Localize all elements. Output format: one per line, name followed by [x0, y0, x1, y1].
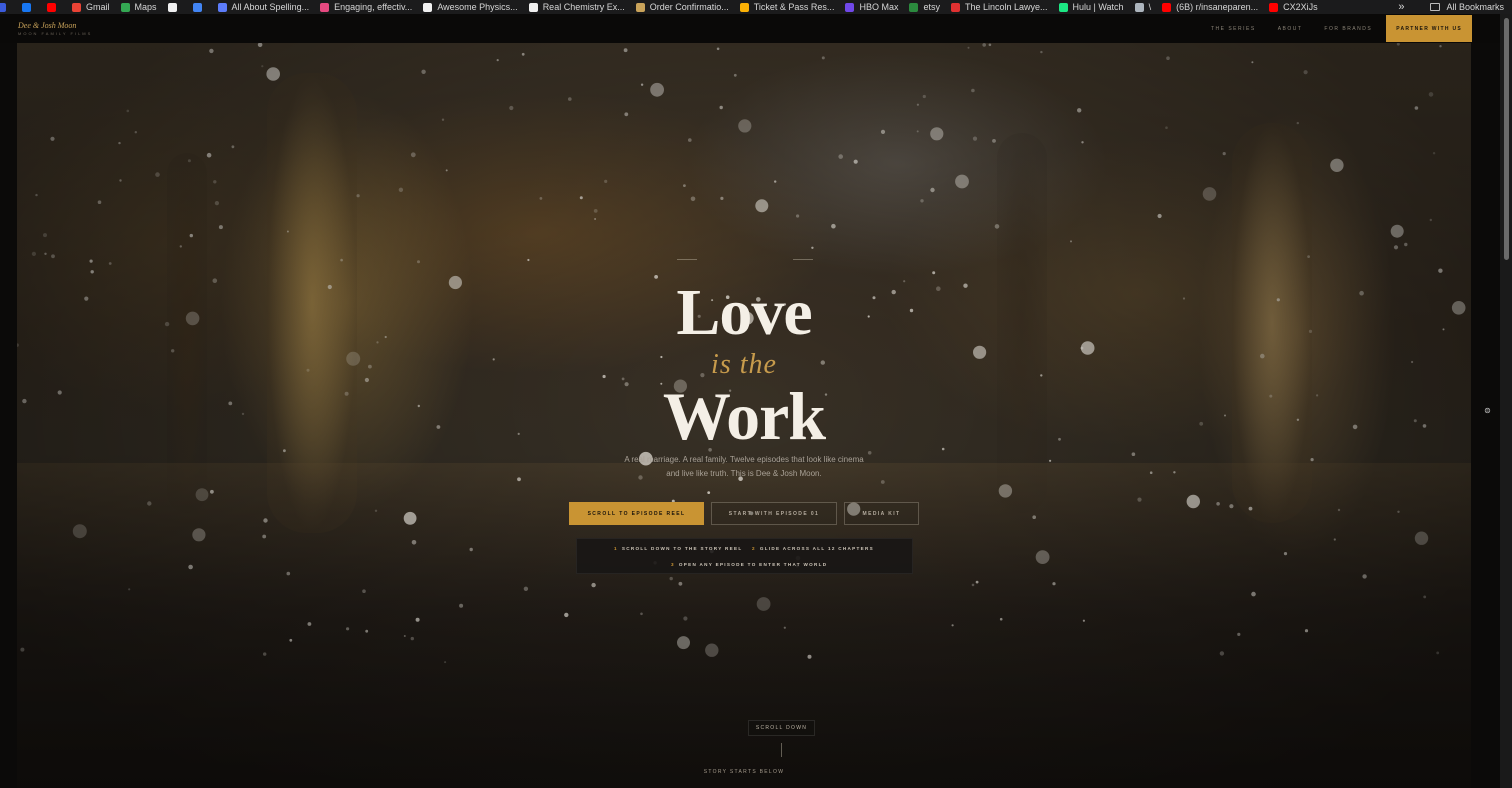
instruction-step-2: 2 GLIDE ACROSS ALL 12 CHAPTERS: [752, 546, 874, 551]
nav-link-for-brands[interactable]: FOR BRANDS: [1324, 26, 1372, 32]
bookmark-favicon-icon: [528, 2, 538, 12]
eyebrow-line-left: [677, 259, 697, 260]
bookmark-label: All About Spelling...: [231, 2, 310, 12]
bookmark-item[interactable]: All About Spelling...: [217, 0, 310, 14]
story-starts-below: STORY STARTS BELOW: [703, 769, 785, 775]
page-scrollbar[interactable]: [1500, 14, 1512, 788]
bookmark-favicon-icon: [120, 2, 130, 12]
bookmark-item[interactable]: HBO Max: [845, 0, 898, 14]
bookmark-item[interactable]: Hulu | Watch: [1058, 0, 1124, 14]
site-logo[interactable]: Dee & Josh Moon MOON FAMILY FILMS: [18, 21, 92, 36]
scroll-indicator-line: [781, 743, 782, 757]
bookmarks-right: » All Bookmarks: [1392, 0, 1504, 14]
bookmark-favicon-icon: [635, 2, 645, 12]
hero-title-love: Love: [676, 276, 812, 349]
scroll-down-button[interactable]: SCROLL DOWN: [748, 720, 815, 736]
bookmark-favicon-icon: [423, 2, 433, 12]
bookmark-favicon-icon: [1058, 2, 1068, 12]
bookmark-label: etsy: [923, 2, 940, 12]
bookmark-favicon-icon: [0, 2, 6, 12]
bookmark-item[interactable]: Order Confirmatio...: [635, 0, 729, 14]
bookmark-label: The Lincoln Lawye...: [964, 2, 1048, 12]
bookmark-favicon-icon: [167, 2, 177, 12]
bookmark-favicon-icon: [739, 2, 749, 12]
all-bookmarks-link[interactable]: All Bookmarks: [1446, 2, 1504, 12]
bookmark-item[interactable]: [167, 0, 182, 14]
page-margin-left: [0, 43, 17, 788]
bookmark-label: Awesome Physics...: [437, 2, 518, 12]
instructions-box: 1 SCROLL DOWN TO THE STORY REEL 2 GLIDE AC…: [576, 538, 913, 574]
hero-buttons: SCROLL TO EPISODE REEL START WITH EPISOD…: [569, 502, 926, 525]
bookmark-favicon-icon: [320, 2, 330, 12]
bookmark-label: (6B) r/insaneparen...: [1176, 2, 1259, 12]
bookmark-item[interactable]: Maps: [120, 0, 157, 14]
eyebrow-line-right: [793, 259, 813, 260]
main-nav: THE SERIES ABOUT FOR BRANDS PARTNER WITH…: [1189, 14, 1472, 43]
bookmark-item[interactable]: Engaging, effectiv...: [320, 0, 412, 14]
bookmark-favicon-icon: [192, 2, 202, 12]
bookmark-item[interactable]: Ticket & Pass Res...: [739, 0, 835, 14]
nav-link-the-series[interactable]: THE SERIES: [1211, 26, 1256, 32]
bookmark-item[interactable]: \: [1134, 0, 1152, 14]
bookmarks-bar: Gmail Maps All About Spelling... Engaging, …: [0, 0, 1512, 14]
bookmark-label: Maps: [134, 2, 157, 12]
logo-tagline: MOON FAMILY FILMS: [18, 31, 93, 36]
bookmark-favicon-icon: [217, 2, 227, 12]
site-header: Dee & Josh Moon MOON FAMILY FILMS THE SE…: [0, 14, 1500, 43]
bookmark-favicon-icon: [47, 2, 56, 12]
bookmark-item[interactable]: Real Chemistry Ex...: [528, 0, 625, 14]
bookmark-favicon-icon: [909, 2, 919, 12]
bookmark-label: HBO Max: [859, 2, 899, 12]
bookmark-item[interactable]: (6B) r/insaneparen...: [1162, 0, 1258, 14]
bookmark-label: \: [1148, 2, 1152, 12]
bookmark-favicon-icon: [950, 2, 960, 12]
bookmark-favicon-icon: [1269, 2, 1279, 12]
bookmark-favicon-icon: [1162, 2, 1172, 12]
partner-with-us-button[interactable]: PARTNER WITH US: [1386, 15, 1472, 42]
bookmark-favicon-icon: [22, 2, 31, 12]
bookmark-item[interactable]: [192, 0, 207, 14]
bookmark-item[interactable]: Awesome Physics...: [423, 0, 518, 14]
bookmark-favicon-icon: [1134, 2, 1144, 12]
logo-name: Dee & Josh Moon: [18, 21, 77, 30]
scroll-to-episode-reel-button[interactable]: SCROLL TO EPISODE REEL: [569, 502, 704, 525]
bookmark-item[interactable]: CX2XiJs: [1269, 0, 1318, 14]
bookmark-favicon-icon: [845, 2, 855, 12]
bookmark-label: Order Confirmatio...: [649, 2, 729, 12]
bookmark-favicon-icon: [72, 2, 81, 12]
hero-subtitle-line-1: A real marriage. A real family. Twelve e…: [624, 455, 864, 464]
bookmark-item[interactable]: [0, 0, 11, 14]
bookmark-label: Hulu | Watch: [1072, 2, 1124, 12]
start-with-episode-button[interactable]: START WITH EPISODE 01: [711, 502, 837, 525]
bookmark-label: Gmail: [86, 2, 110, 12]
hero-section: Love is the Work A real marriage. A real…: [17, 43, 1471, 788]
bookmark-item[interactable]: etsy: [909, 0, 940, 14]
bookmark-label: Engaging, effectiv...: [334, 2, 413, 12]
scrollbar-thumb[interactable]: [1504, 18, 1509, 260]
hero-title-work: Work: [662, 378, 826, 454]
bookmark-label: Real Chemistry Ex...: [542, 2, 625, 12]
bookmarks-overflow-icon[interactable]: »: [1398, 1, 1404, 13]
folder-icon: [1430, 3, 1441, 11]
bookmark-label: CX2XiJs: [1283, 2, 1318, 12]
bookmark-label: Ticket & Pass Res...: [753, 2, 835, 12]
instruction-step-3: 3 OPEN ANY EPISODE TO ENTER THAT WORLD: [671, 562, 828, 567]
hero-subtitle-line-2: and live like truth. This is Dee & Josh …: [666, 469, 822, 478]
media-kit-button[interactable]: MEDIA KIT: [844, 502, 919, 525]
hero-subtitle: A real marriage. A real family. Twelve e…: [17, 453, 1471, 481]
bookmark-item[interactable]: [22, 0, 36, 14]
instruction-step-1: 1 SCROLL DOWN TO THE STORY REEL: [614, 546, 743, 551]
nav-link-about[interactable]: ABOUT: [1278, 26, 1303, 32]
extension-icon[interactable]: ⊜: [1482, 406, 1493, 416]
bookmark-item[interactable]: The Lincoln Lawye...: [950, 0, 1048, 14]
bookmark-item[interactable]: Gmail: [72, 0, 110, 14]
bookmark-item[interactable]: [47, 0, 61, 14]
